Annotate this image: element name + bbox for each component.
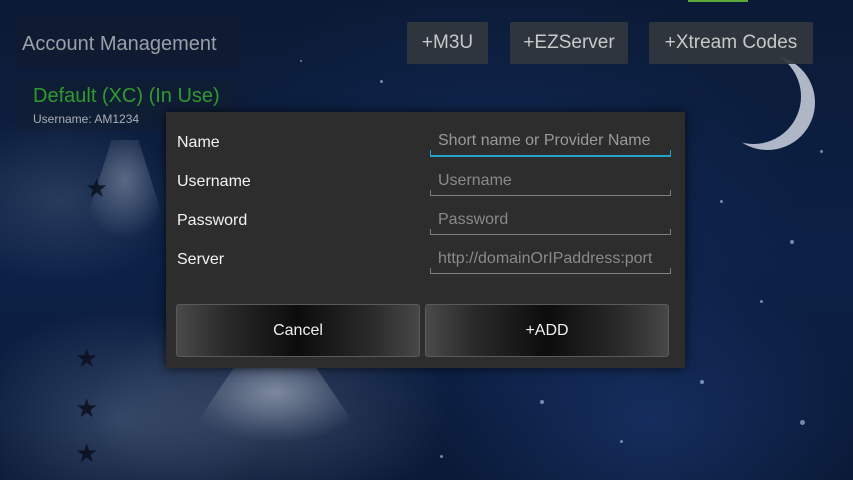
focus-indicator-strip bbox=[688, 0, 748, 2]
moon-decoration bbox=[720, 55, 815, 150]
password-label: Password bbox=[177, 212, 248, 229]
name-field[interactable] bbox=[430, 127, 671, 157]
add-button[interactable]: +ADD bbox=[425, 304, 669, 357]
snow-dot bbox=[720, 200, 723, 203]
cancel-button[interactable]: Cancel bbox=[176, 304, 420, 357]
snow-dot bbox=[540, 400, 544, 404]
star-decoration: ★ bbox=[85, 173, 109, 203]
snow-dot bbox=[700, 380, 704, 384]
username-field[interactable] bbox=[430, 166, 671, 196]
add-m3u-button[interactable]: +M3U bbox=[407, 22, 488, 64]
password-input[interactable] bbox=[430, 210, 671, 229]
add-ezserver-button[interactable]: +EZServer bbox=[510, 22, 628, 64]
star-decoration: ★ bbox=[75, 343, 99, 373]
server-input[interactable] bbox=[430, 249, 671, 268]
server-label: Server bbox=[177, 251, 225, 268]
name-input[interactable] bbox=[430, 132, 671, 150]
add-xtream-codes-button[interactable]: +Xtream Codes bbox=[649, 22, 813, 64]
page-title: Account Management bbox=[22, 33, 217, 55]
snow-dot bbox=[380, 80, 383, 83]
name-label: Name bbox=[177, 134, 220, 151]
snow-dot bbox=[790, 240, 794, 244]
star-decoration: ★ bbox=[75, 438, 99, 468]
account-username: Username: AM1234 bbox=[33, 112, 140, 126]
snow-dot bbox=[300, 60, 302, 62]
username-label: Username bbox=[177, 173, 251, 190]
snow-dot bbox=[440, 455, 443, 458]
snow-dot bbox=[760, 300, 763, 303]
snow-dot bbox=[820, 150, 823, 153]
username-input[interactable] bbox=[430, 171, 671, 190]
snow-dot bbox=[620, 440, 623, 443]
server-field[interactable] bbox=[430, 244, 671, 274]
star-decoration: ★ bbox=[75, 393, 99, 423]
account-name: Default (XC) (In Use) bbox=[33, 85, 220, 107]
password-field[interactable] bbox=[430, 205, 671, 235]
add-account-dialog: Name Username Password Server Cancel +AD… bbox=[166, 112, 685, 368]
snow-dot bbox=[800, 420, 805, 425]
bell-decoration bbox=[185, 360, 365, 440]
